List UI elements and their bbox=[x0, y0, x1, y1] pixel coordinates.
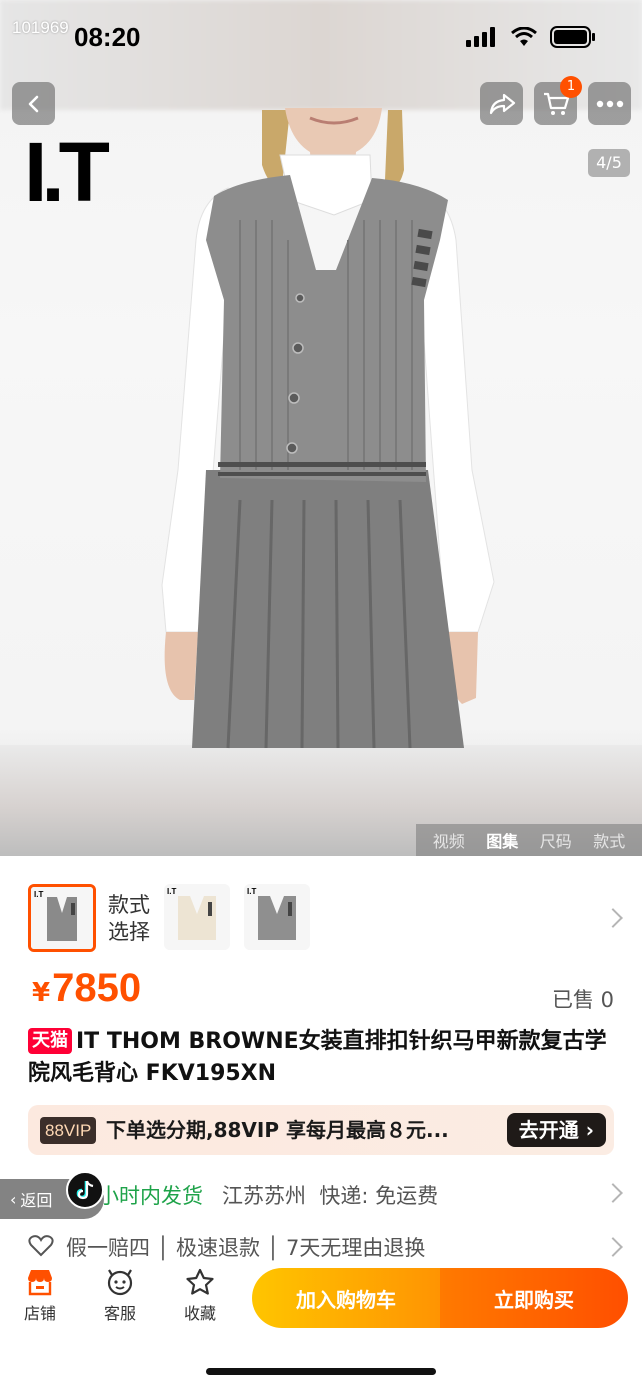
wifi-icon bbox=[511, 27, 537, 46]
cart-badge: 1 bbox=[560, 76, 582, 98]
watermark-id: 101969 bbox=[12, 18, 69, 37]
guarantee-text: 假一赔四 │ 极速退款 │ 7天无理由退换 bbox=[66, 1236, 426, 1260]
share-icon bbox=[489, 93, 515, 114]
heart-shield-icon bbox=[28, 1235, 54, 1257]
currency-symbol: ¥ bbox=[32, 978, 51, 1008]
chevron-left-icon bbox=[28, 95, 38, 112]
share-button[interactable] bbox=[480, 82, 523, 125]
product-image-gallery[interactable]: I.T 4/5 视频 图集 尺码 款式 bbox=[0, 0, 642, 856]
image-page-counter: 4/5 bbox=[588, 149, 630, 177]
price: ¥ 7850 bbox=[32, 966, 141, 1011]
grey-vest-thumbnail-alt: I.T bbox=[244, 884, 310, 950]
brand-logo: I.T bbox=[24, 125, 110, 219]
shipping-info: 江苏苏州 快递: 免运费 bbox=[222, 1180, 438, 1210]
signal-icon bbox=[466, 27, 495, 47]
cream-vest-thumbnail: I.T bbox=[164, 884, 230, 950]
svg-text:I.T: I.T bbox=[247, 887, 256, 896]
status-bar: 101969 08:20 bbox=[0, 0, 642, 60]
sold-count: 已售 0 bbox=[551, 988, 614, 1012]
grey-vest-thumbnail: I.T bbox=[31, 887, 93, 949]
favorite-button[interactable]: 收藏 bbox=[170, 1268, 230, 1324]
sku-thumb-cream[interactable]: I.T bbox=[164, 884, 230, 950]
sku-selector-label: 款式选择 bbox=[108, 893, 150, 944]
vip-promo-bar[interactable]: 88VIP 下单选分期,88VIP 享每月最高８元... 去开通 › bbox=[28, 1105, 614, 1155]
price-value: 7850 bbox=[52, 966, 142, 1010]
chevron-left-small-icon: ‹ bbox=[10, 1189, 17, 1209]
ship-location: 江苏苏州 bbox=[222, 1184, 306, 1208]
tiktok-icon[interactable] bbox=[66, 1171, 104, 1209]
more-button[interactable] bbox=[588, 82, 631, 125]
sku-thumb-grey[interactable]: I.T bbox=[244, 884, 310, 950]
tab-video[interactable]: 视频 bbox=[433, 828, 465, 852]
chevron-right-icon bbox=[603, 908, 623, 928]
home-indicator[interactable] bbox=[206, 1368, 436, 1375]
star-icon bbox=[186, 1268, 214, 1295]
add-to-cart-button[interactable]: 加入购物车 bbox=[252, 1268, 440, 1328]
media-tab-bar: 视频 图集 尺码 款式 bbox=[416, 824, 642, 856]
more-dots-icon bbox=[596, 100, 623, 107]
chevron-right-icon bbox=[603, 1183, 623, 1203]
svg-text:I.T: I.T bbox=[167, 887, 176, 896]
svg-text:I.T: I.T bbox=[34, 890, 43, 899]
cart-button[interactable]: 1 bbox=[534, 76, 582, 125]
service-face-icon bbox=[107, 1269, 133, 1296]
tab-gallery[interactable]: 图集 bbox=[486, 828, 518, 852]
return-label: 返回 bbox=[20, 1191, 53, 1210]
status-time: 08:20 bbox=[74, 22, 141, 52]
battery-icon bbox=[550, 26, 595, 48]
store-icon bbox=[28, 1270, 52, 1296]
service-label: 客服 bbox=[103, 1304, 136, 1323]
buy-now-button[interactable]: 立即购买 bbox=[440, 1268, 628, 1328]
tab-size[interactable]: 尺码 bbox=[540, 828, 572, 852]
chevron-right-icon bbox=[603, 1237, 623, 1257]
sku-selector[interactable]: I.T 款式选择 I.T I.T bbox=[0, 872, 642, 964]
sku-thumb-grey-selected[interactable]: I.T bbox=[28, 884, 96, 952]
favorite-label: 收藏 bbox=[183, 1304, 216, 1323]
vip-promo-text: 下单选分期,88VIP 享每月最高８元... bbox=[106, 1118, 449, 1142]
shipping-row[interactable]: 小时内发货 江苏苏州 快递: 免运费 ‹ 返回 bbox=[0, 1170, 642, 1219]
tmall-badge: 天猫 bbox=[28, 1028, 72, 1054]
tiktok-note-icon bbox=[76, 1180, 94, 1200]
vip-activate-button[interactable]: 去开通 › bbox=[506, 1113, 606, 1147]
guarantee-row[interactable]: 假一赔四 │ 极速退款 │ 7天无理由退换 bbox=[0, 1226, 642, 1266]
delivery-time: 小时内发货 bbox=[98, 1184, 203, 1208]
store-button[interactable]: 店铺 bbox=[10, 1268, 70, 1324]
store-label: 店铺 bbox=[23, 1304, 56, 1323]
product-title-text: IT THOM BROWNE女装直排扣针织马甲新款复古学院风毛背心 FKV195… bbox=[28, 1029, 607, 1086]
bottom-action-bar: 店铺 客服 收藏 加入购物车 立即购买 bbox=[0, 1262, 642, 1342]
tab-style[interactable]: 款式 bbox=[593, 828, 625, 852]
back-button[interactable] bbox=[12, 82, 55, 125]
vip-activate-label: 去开通 bbox=[518, 1118, 579, 1142]
system-icons bbox=[466, 26, 596, 48]
vip-badge: 88VIP bbox=[40, 1117, 97, 1144]
ship-express: 快递: 免运费 bbox=[319, 1184, 439, 1208]
product-title: 天猫 IT THOM BROWNE女装直排扣针织马甲新款复古学院风毛背心 FKV1… bbox=[28, 1026, 618, 1090]
customer-service-button[interactable]: 客服 bbox=[90, 1268, 150, 1324]
